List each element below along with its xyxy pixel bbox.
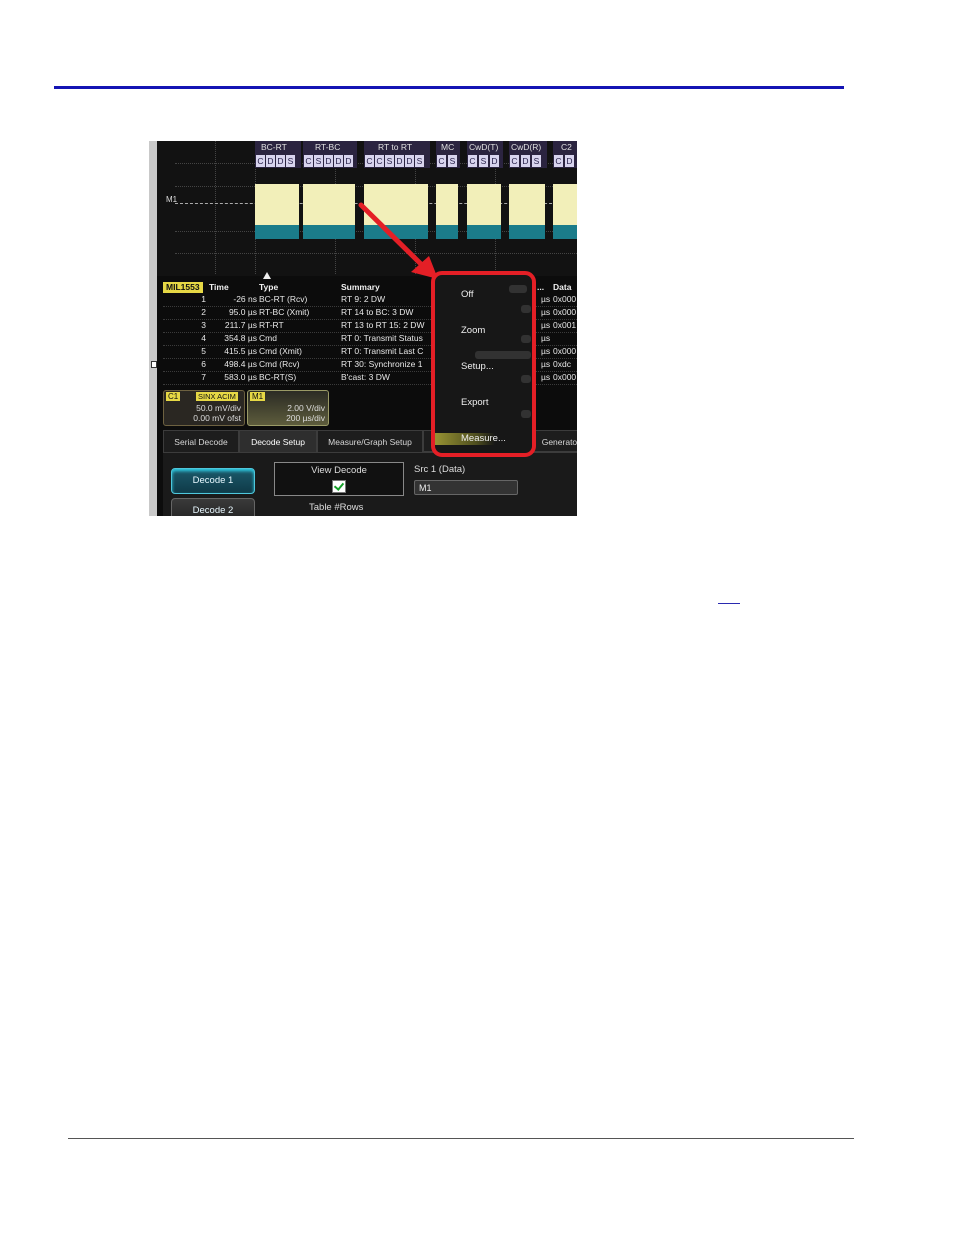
menu-item-export[interactable]: Export	[461, 397, 488, 408]
menu-item-setup[interactable]: Setup...	[461, 361, 494, 372]
context-menu: Off Zoom Setup... Export Measure...	[431, 271, 536, 457]
header-rule	[54, 86, 844, 89]
blurred-text	[521, 305, 531, 313]
footer-rule	[68, 1138, 854, 1139]
menu-item-zoom[interactable]: Zoom	[461, 325, 485, 336]
blurred-text	[475, 351, 531, 359]
blurred-text	[509, 285, 527, 293]
oscilloscope-screenshot: M1 BC-RT C D D S RT-BC C S D D D RT to R…	[149, 141, 577, 516]
menu-item-measure[interactable]: Measure...	[461, 433, 506, 444]
blurred-text	[521, 335, 531, 343]
blurred-text	[521, 375, 531, 383]
footnote-link[interactable]	[718, 591, 740, 604]
blurred-text	[521, 410, 531, 418]
menu-item-off[interactable]: Off	[461, 289, 474, 300]
